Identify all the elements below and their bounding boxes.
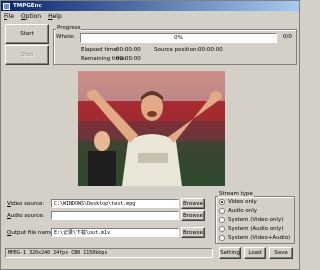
stream-type-option[interactable]: Video only [219, 199, 257, 205]
save-button[interactable]: Save [269, 247, 293, 259]
output-browse-button[interactable]: Browse [181, 227, 205, 238]
menu-bar: File Option Help [1, 11, 299, 21]
title-bar[interactable]: TMPGEnc [1, 1, 299, 11]
radio-button[interactable] [219, 217, 225, 223]
audio-source-label: Audio source: [7, 213, 45, 219]
audio-source-field[interactable] [51, 211, 179, 220]
elapsed-time-label: Elapsed time: [81, 47, 119, 53]
elapsed-time-value: 00:00:00 [116, 47, 141, 53]
stream-type-option[interactable]: System (Audio only) [219, 226, 284, 232]
video-preview [78, 71, 225, 186]
whole-progress-bar: 0% [80, 33, 277, 43]
status-bar: MPEG-1 320x240 24fps CBR 1150kbps [5, 248, 213, 258]
stream-type-option-label: Video only [228, 199, 257, 205]
stream-type-option-label: System (Video only) [228, 217, 284, 223]
output-file-label: Output file name: [7, 230, 56, 236]
video-source-label: Video source: [7, 201, 45, 207]
load-button[interactable]: Load [244, 247, 266, 259]
menu-option[interactable]: Option [21, 13, 41, 20]
stream-type-option[interactable]: System (Video only) [219, 217, 283, 223]
whole-label: Whole: [56, 34, 76, 40]
radio-button[interactable] [219, 235, 225, 241]
source-position-label: Source position: [154, 47, 199, 53]
progress-count: 0/0 [283, 34, 292, 40]
video-source-field[interactable]: C:\WINDOWS\Desktop\test.mpg [51, 199, 179, 208]
progress-group-title: Progress [56, 25, 82, 31]
stream-type-option[interactable]: System (Video+Audio) [219, 235, 290, 241]
window-title: TMPGEnc [13, 3, 42, 9]
radio-button[interactable] [219, 208, 225, 214]
setting-button[interactable]: Setting [219, 247, 241, 259]
start-button[interactable]: Start [5, 24, 49, 44]
menu-help[interactable]: Help [48, 13, 62, 20]
menu-file[interactable]: File [4, 13, 14, 20]
app-icon [3, 2, 10, 10]
stream-type-option-label: System (Video+Audio) [228, 235, 291, 241]
main-window: TMPGEnc File Option Help Start Stop Prog… [0, 0, 300, 270]
audio-browse-button[interactable]: Browse [181, 210, 205, 221]
video-browse-button[interactable]: Browse [181, 198, 205, 209]
video-frame-image [78, 71, 225, 186]
stop-button[interactable]: Stop [5, 45, 49, 65]
source-position-value: 00:00:00 [198, 47, 223, 53]
radio-button[interactable] [219, 226, 225, 232]
stream-type-option-label: Audio only [228, 208, 258, 214]
stream-type-title: Stream type [218, 191, 254, 197]
stream-type-option[interactable]: Audio only [219, 208, 257, 214]
output-file-field[interactable]: E:\记录\下载\out.m1v [51, 228, 179, 237]
radio-button[interactable] [219, 199, 225, 205]
stream-type-option-label: System (Audio only) [228, 226, 284, 232]
remaining-time-value: 00:00:00 [116, 56, 141, 62]
progress-percent: 0% [174, 35, 183, 41]
